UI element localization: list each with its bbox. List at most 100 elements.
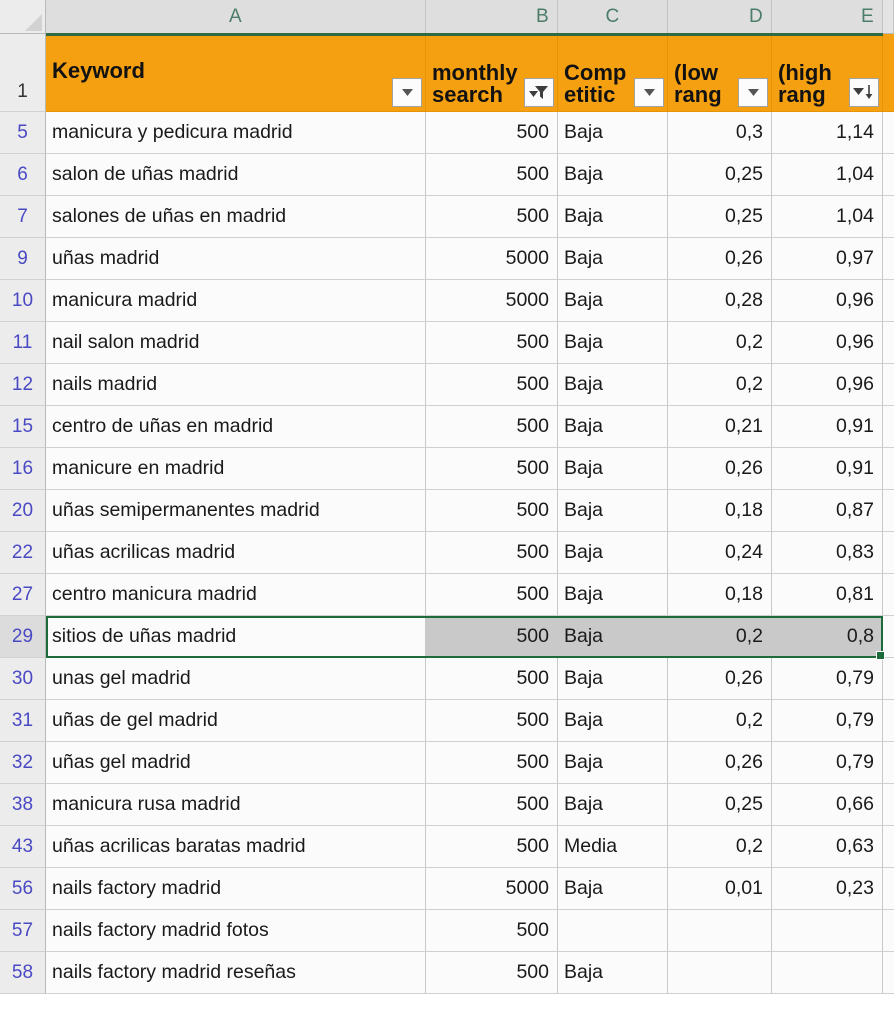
cell-competition[interactable] [558,910,668,952]
cell-competition[interactable]: Baja [558,532,668,574]
cell-high-range[interactable]: 0,91 [772,406,883,448]
cell-low-range[interactable]: 0,26 [668,658,772,700]
cell-keyword[interactable]: uñas de gel madrid [46,700,426,742]
cell-low-range[interactable]: 0,2 [668,616,772,658]
cell-high-range[interactable]: 1,14 [772,112,883,154]
table-row[interactable]: 7 salones de uñas en madrid 500 Baja 0,25 1,0… [0,196,894,238]
cell-monthly-search[interactable]: 500 [426,826,558,868]
cell-monthly-search[interactable]: 500 [426,658,558,700]
row-header[interactable]: 5 [0,112,46,154]
cell-competition[interactable]: Baja [558,868,668,910]
cell-low-range[interactable]: 0,28 [668,280,772,322]
cell-keyword[interactable]: manicura rusa madrid [46,784,426,826]
cell-competition[interactable]: Baja [558,280,668,322]
cell-high-range[interactable]: 0,66 [772,784,883,826]
cell-keyword[interactable]: manicure en madrid [46,448,426,490]
cell-monthly-search[interactable]: 500 [426,364,558,406]
column-header-b[interactable]: B [426,0,558,34]
filter-applied-icon-b[interactable] [524,78,554,107]
row-header[interactable]: 12 [0,364,46,406]
cell-competition[interactable]: Baja [558,322,668,364]
cell-keyword[interactable]: uñas acrilicas baratas madrid [46,826,426,868]
table-row[interactable]: 58 nails factory madrid reseñas 500 Baja [0,952,894,994]
table-row[interactable]: 9 uñas madrid 5000 Baja 0,26 0,97 [0,238,894,280]
cell-low-range[interactable]: 0,26 [668,448,772,490]
row-header-1[interactable]: 1 [0,34,46,112]
column-header-c[interactable]: C [558,0,668,34]
cell-low-range[interactable]: 0,26 [668,742,772,784]
table-row[interactable]: 38 manicura rusa madrid 500 Baja 0,25 0,66 [0,784,894,826]
cell-monthly-search[interactable]: 500 [426,322,558,364]
cell-high-range[interactable]: 0,79 [772,700,883,742]
table-row[interactable]: 32 uñas gel madrid 500 Baja 0,26 0,79 [0,742,894,784]
cell-monthly-search[interactable]: 500 [426,910,558,952]
table-row[interactable]: 15 centro de uñas en madrid 500 Baja 0,21 0,9… [0,406,894,448]
cell-high-range[interactable]: 0,96 [772,280,883,322]
cell-competition[interactable]: Baja [558,406,668,448]
cell-high-range[interactable]: 0,91 [772,448,883,490]
table-row[interactable]: 29 sitios de uñas madrid 500 Baja 0,2 0,8 [0,616,894,660]
table-row[interactable]: 20 uñas semipermanentes madrid 500 Baja 0,18… [0,490,894,532]
table-row[interactable]: 31 uñas de gel madrid 500 Baja 0,2 0,79 [0,700,894,742]
cell-monthly-search[interactable]: 500 [426,196,558,238]
column-header-a[interactable]: A [46,0,426,34]
cell-low-range[interactable]: 0,25 [668,784,772,826]
column-header-d[interactable]: D [668,0,772,34]
row-header[interactable]: 57 [0,910,46,952]
table-row[interactable]: 11 nail salon madrid 500 Baja 0,2 0,96 [0,322,894,364]
cell-competition[interactable]: Baja [558,784,668,826]
cell-monthly-search[interactable]: 5000 [426,868,558,910]
filter-dropdown-icon-c[interactable] [634,78,664,107]
cell-keyword[interactable]: salon de uñas madrid [46,154,426,196]
table-row[interactable]: 30 unas gel madrid 500 Baja 0,26 0,79 [0,658,894,700]
cell-competition[interactable]: Media [558,826,668,868]
row-header[interactable]: 31 [0,700,46,742]
table-row[interactable]: 22 uñas acrilicas madrid 500 Baja 0,24 0,83 [0,532,894,574]
cell-high-range[interactable]: 0,96 [772,364,883,406]
table-row[interactable]: 16 manicure en madrid 500 Baja 0,26 0,91 [0,448,894,490]
cell-competition[interactable]: Baja [558,700,668,742]
cell-monthly-search[interactable]: 500 [426,742,558,784]
cell-high-range[interactable]: 0,97 [772,238,883,280]
cell-competition[interactable]: Baja [558,238,668,280]
table-row[interactable]: 12 nails madrid 500 Baja 0,2 0,96 [0,364,894,406]
cell-high-range[interactable]: 0,96 [772,322,883,364]
row-header[interactable]: 58 [0,952,46,994]
cell-monthly-search[interactable]: 500 [426,490,558,532]
cell-high-range[interactable]: 0,79 [772,742,883,784]
row-header[interactable]: 22 [0,532,46,574]
cell-high-range[interactable]: 0,63 [772,826,883,868]
cell-competition[interactable]: Baja [558,364,668,406]
cell-competition[interactable]: Baja [558,616,668,658]
cell-competition[interactable]: Baja [558,112,668,154]
cell-high-range[interactable]: 0,81 [772,574,883,616]
cell-monthly-search[interactable]: 500 [426,574,558,616]
cell-competition[interactable]: Baja [558,196,668,238]
row-header[interactable]: 7 [0,196,46,238]
cell-keyword[interactable]: centro manicura madrid [46,574,426,616]
cell-monthly-search[interactable]: 500 [426,952,558,994]
row-header[interactable]: 9 [0,238,46,280]
cell-keyword[interactable]: uñas semipermanentes madrid [46,490,426,532]
cell-low-range[interactable]: 0,21 [668,406,772,448]
cell-keyword[interactable]: nails madrid [46,364,426,406]
row-header[interactable]: 15 [0,406,46,448]
row-header[interactable]: 38 [0,784,46,826]
row-header[interactable]: 20 [0,490,46,532]
row-header[interactable]: 11 [0,322,46,364]
row-header[interactable]: 32 [0,742,46,784]
cell-low-range[interactable]: 0,18 [668,490,772,532]
select-all-corner[interactable] [0,0,46,34]
row-header[interactable]: 29 [0,616,46,658]
row-header[interactable]: 16 [0,448,46,490]
column-header-e[interactable]: E [772,0,883,34]
cell-low-range[interactable]: 0,2 [668,364,772,406]
row-header[interactable]: 10 [0,280,46,322]
row-header[interactable]: 43 [0,826,46,868]
cell-competition[interactable]: Baja [558,490,668,532]
cell-high-range[interactable]: 1,04 [772,154,883,196]
cell-low-range[interactable]: 0,01 [668,868,772,910]
cell-low-range[interactable]: 0,3 [668,112,772,154]
row-header[interactable]: 6 [0,154,46,196]
cell-low-range[interactable]: 0,25 [668,196,772,238]
